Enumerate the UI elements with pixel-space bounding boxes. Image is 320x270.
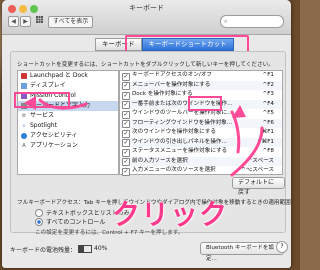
accessibility-icon xyxy=(21,133,27,139)
shortcut-row[interactable]: ✓ フローティングウインドウを操作対象... ^F6 xyxy=(120,118,282,128)
shortcut-row[interactable]: ✓ ウインドウの引き出しパネルを操作... ^⌘F1 xyxy=(120,137,282,147)
shortcut-checkbox[interactable]: ✓ xyxy=(122,158,130,166)
shortcut-row[interactable]: ✓ メニューバーを操作対象にする ^F2 xyxy=(120,80,282,90)
shortcut-row-next-window[interactable]: ✓ 次のウインドウを操作対象にする ⌘F1 xyxy=(120,128,282,138)
shortcut-checkbox[interactable]: ✓ xyxy=(122,129,130,138)
shortcut-checkbox[interactable]: ✓ xyxy=(122,110,130,119)
app-icon: A xyxy=(22,143,26,149)
category-item[interactable]: Launchpad と Dock xyxy=(18,71,118,81)
shortcut-list[interactable]: ✓ キーボードアクセスのオン/オフ ^F1 ✓ メニューバーを操作対象にする ^F2 ✓… xyxy=(119,70,283,176)
shortcut-row[interactable]: ✓ ステータスメニューを操作対象にする ^F8 xyxy=(120,147,282,157)
shortcut-checkbox[interactable]: ✓ xyxy=(122,148,130,157)
radio-button-selected[interactable] xyxy=(35,217,43,226)
instructions-text: ショートカットを変更するには、ショートカットをダブルクリックして新しいキーを押し… xyxy=(17,62,274,68)
battery-fill xyxy=(79,246,84,252)
category-item[interactable]: アクセシビリティ xyxy=(18,131,118,141)
forward-button[interactable]: ▶ xyxy=(20,16,31,27)
category-item[interactable]: ディスプレイ xyxy=(18,81,118,91)
category-item[interactable]: ⚙ サービス xyxy=(18,111,118,121)
spotlight-icon: ⌕ xyxy=(22,123,26,129)
back-button[interactable]: ◀ xyxy=(8,16,19,27)
category-highlight-box xyxy=(14,92,70,108)
restore-defaults-button[interactable]: デフォルトに戻す xyxy=(232,177,285,196)
battery-level-label: キーボードの電池残量： xyxy=(10,247,77,254)
launchpad-icon xyxy=(21,73,27,79)
display-icon xyxy=(21,83,27,89)
search-field[interactable]: ⌕ xyxy=(220,15,284,28)
shortcut-highlight-box xyxy=(188,96,222,111)
radio-button[interactable] xyxy=(35,208,43,217)
shortcut-checkbox[interactable]: ✓ xyxy=(122,167,130,176)
shortcut-row[interactable]: ✓ 入力メニューの次のソースを選択 ^⌥スペース xyxy=(120,166,282,176)
footer: キーボードの電池残量： 40% Bluetooth キーボードを設定... xyxy=(10,241,284,262)
setup-bluetooth-keyboard-button[interactable]: Bluetooth キーボードを設定... xyxy=(200,242,284,262)
category-item[interactable]: A アプリケーション xyxy=(18,141,118,151)
grid-icon[interactable] xyxy=(36,16,43,23)
gear-icon: ⚙ xyxy=(21,113,27,119)
shortcut-checkbox[interactable]: ✓ xyxy=(122,91,130,100)
shortcut-checkbox[interactable]: ✓ xyxy=(122,82,130,90)
click-annotation: クリック xyxy=(112,198,229,231)
next-window-shortcut-key[interactable]: ⌘F1 xyxy=(262,128,274,138)
shortcut-row[interactable]: ✓ キーボードアクセスのオン/オフ ^F1 xyxy=(120,71,282,81)
title-bar: キーボード ◀ ▶ すべてを表示 ⌕ xyxy=(2,0,291,35)
shortcut-checkbox[interactable]: ✓ xyxy=(122,120,130,128)
battery-percent: 40% xyxy=(94,245,108,252)
show-all-button[interactable]: すべてを表示 xyxy=(48,16,94,28)
shortcut-checkbox[interactable]: ✓ xyxy=(122,72,130,81)
category-item[interactable]: ⌕ Spotlight xyxy=(18,121,118,131)
shortcut-checkbox[interactable]: ✓ xyxy=(122,139,130,147)
category-list[interactable]: Launchpad と Dock ディスプレイ Mission Control … xyxy=(17,70,119,175)
search-icon: ⌕ xyxy=(224,18,228,25)
help-button[interactable]: ? xyxy=(276,241,288,253)
radio-all-controls[interactable]: すべてのコントロール xyxy=(35,217,105,226)
battery-icon xyxy=(78,245,92,253)
shortcut-checkbox[interactable]: ✓ xyxy=(122,101,130,109)
shortcut-row[interactable]: ✓ 前の入力ソースを選択 ^スペース xyxy=(120,156,282,166)
window-title: キーボード xyxy=(129,4,164,12)
